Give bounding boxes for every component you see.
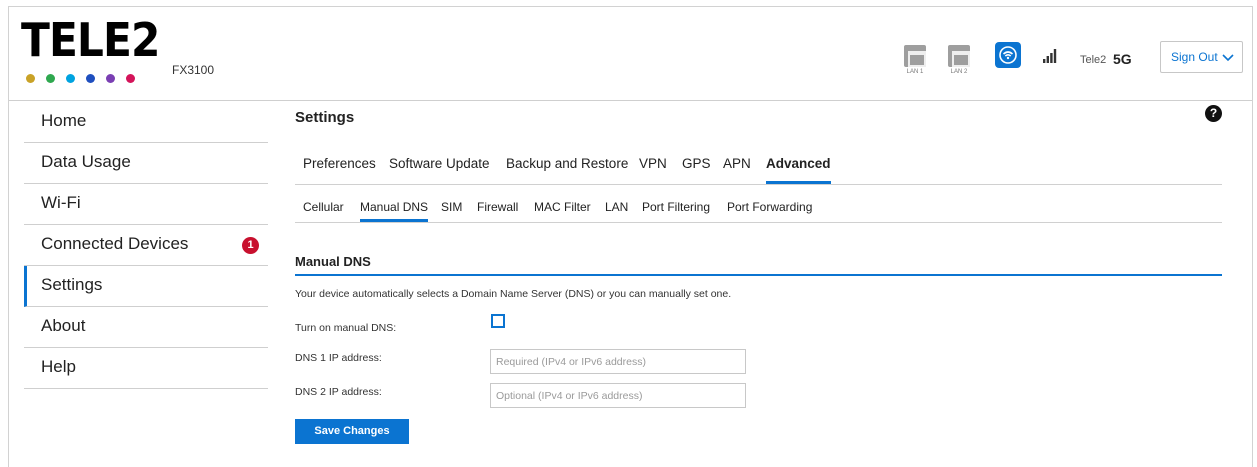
lan2-status: LAN 2 (946, 45, 972, 75)
tab-preferences[interactable]: Preferences (303, 156, 376, 184)
lan1-label: LAN 1 (906, 69, 924, 75)
sidebar-item-help[interactable]: Help (24, 348, 268, 389)
sidebar-item-connected-devices[interactable]: Connected Devices 1 (24, 225, 268, 266)
logo-dot (86, 74, 95, 83)
logo-dots (26, 74, 135, 84)
dns2-input[interactable] (490, 383, 746, 408)
ethernet-port-icon (904, 45, 926, 67)
sidebar-item-label: About (41, 316, 86, 335)
subtab-sim[interactable]: SIM (441, 200, 462, 222)
subtab-mac-filter[interactable]: MAC Filter (534, 200, 591, 222)
sidebar-item-label: Connected Devices (41, 234, 189, 253)
page-title: Settings (295, 109, 355, 126)
logo-dot (46, 74, 55, 83)
sidebar-item-home[interactable]: Home (24, 102, 268, 143)
save-changes-button[interactable]: Save Changes (295, 419, 409, 444)
advanced-subtabs: Cellular Manual DNS SIM Firewall MAC Fil… (295, 199, 1222, 223)
dns2-label: DNS 2 IP address: (295, 386, 382, 398)
logo-dot (126, 74, 135, 83)
manual-dns-label: Turn on manual DNS: (295, 322, 397, 334)
device-model: FX3100 (172, 63, 215, 77)
signal-bars-icon (1043, 49, 1057, 68)
section-description: Your device automatically selects a Doma… (295, 288, 732, 300)
tab-backup-restore[interactable]: Backup and Restore (506, 156, 628, 184)
subtab-cellular[interactable]: Cellular (303, 200, 344, 222)
logo-dot (106, 74, 115, 83)
tab-software-update[interactable]: Software Update (389, 156, 490, 184)
sign-out-label: Sign Out (1171, 50, 1218, 64)
sidebar-item-label: Settings (41, 275, 103, 294)
tab-gps[interactable]: GPS (682, 156, 711, 184)
tele2-logo: TELE2 (21, 13, 160, 67)
sidebar-item-settings[interactable]: Settings (24, 266, 268, 307)
dns1-label: DNS 1 IP address: (295, 352, 382, 364)
tab-apn[interactable]: APN (723, 156, 751, 184)
section-title: Manual DNS (295, 254, 371, 269)
carrier-name: Tele2 (1080, 54, 1107, 66)
logo-dot (26, 74, 35, 83)
header: TELE2 FX3100 LAN 1 LAN 2 Tele2 5G Sign O… (9, 7, 1252, 101)
chevron-down-icon (1222, 54, 1234, 62)
logo-dot (66, 74, 75, 83)
tab-vpn[interactable]: VPN (639, 156, 667, 184)
sidebar-item-label: Help (41, 357, 76, 376)
settings-tabs: Preferences Software Update Backup and R… (295, 155, 1222, 185)
sidebar-nav: Home Data Usage Wi-Fi Connected Devices … (24, 102, 268, 389)
dns1-input[interactable] (490, 349, 746, 374)
help-icon[interactable]: ? (1205, 105, 1222, 122)
sidebar-item-wifi[interactable]: Wi-Fi (24, 184, 268, 225)
sign-out-button[interactable]: Sign Out (1160, 41, 1243, 73)
sidebar-item-label: Wi-Fi (41, 193, 81, 212)
notification-badge: 1 (242, 237, 259, 254)
lan2-label: LAN 2 (950, 69, 968, 75)
wifi-icon (995, 42, 1021, 68)
subtab-port-filtering[interactable]: Port Filtering (642, 200, 710, 222)
section-divider (295, 274, 1222, 276)
sidebar-item-data-usage[interactable]: Data Usage (24, 143, 268, 184)
subtab-port-forwarding[interactable]: Port Forwarding (727, 200, 812, 222)
ethernet-port-icon (948, 45, 970, 67)
sidebar-item-about[interactable]: About (24, 307, 268, 348)
sidebar-item-label: Home (41, 111, 87, 130)
manual-dns-checkbox[interactable] (491, 314, 505, 328)
sidebar-item-label: Data Usage (41, 152, 131, 171)
lan1-status: LAN 1 (902, 45, 928, 75)
tab-advanced[interactable]: Advanced (766, 156, 831, 184)
subtab-manual-dns[interactable]: Manual DNS (360, 200, 429, 222)
subtab-firewall[interactable]: Firewall (477, 200, 518, 222)
network-type: 5G (1113, 51, 1132, 67)
subtab-lan[interactable]: LAN (605, 200, 628, 222)
